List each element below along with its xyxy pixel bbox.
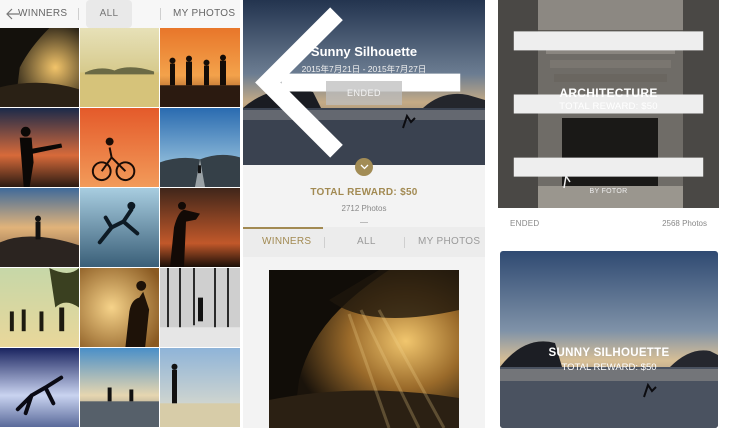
contest-card-architecture[interactable]: ARCHITECTURE TOTAL REWARD: $50 BY FOTOR [498, 0, 719, 208]
tab-winners[interactable]: WINNERS [18, 0, 67, 28]
contest-title: Sunny Silhouette [310, 44, 418, 59]
photo-thumbnail[interactable] [80, 188, 159, 267]
tab-divider [160, 8, 161, 20]
photo-grid [0, 28, 240, 428]
photo-count: 2712 Photos [341, 204, 387, 213]
tab-divider [404, 237, 405, 248]
card-title: SUNNY SILHOUETTE [548, 347, 670, 359]
tab-my-photos[interactable]: MY PHOTOS [173, 0, 235, 28]
tab-all[interactable]: ALL [357, 227, 376, 257]
photo-thumbnail[interactable] [0, 188, 79, 267]
card-reward: TOTAL REWARD: $50 [559, 101, 658, 112]
card-reward: TOTAL REWARD: $50 [561, 362, 657, 373]
gallery-tab-bar: WINNERS ALL MY PHOTOS [0, 0, 240, 28]
photo-thumbnail[interactable] [80, 268, 159, 347]
total-reward: TOTAL REWARD: $50 [310, 187, 418, 198]
photo-thumbnail[interactable] [80, 348, 159, 427]
winning-photo[interactable] [269, 270, 459, 428]
contest-detail-panel: Sunny Silhouette 2015年7月21日 - 2015年7月27日… [243, 0, 485, 428]
card-status: ENDED [510, 219, 540, 228]
tab-winners[interactable]: WINNERS [262, 227, 311, 257]
photo-thumbnail[interactable] [0, 108, 79, 187]
tab-divider [324, 237, 325, 248]
photo-thumbnail[interactable] [160, 108, 240, 187]
contest-dates: 2015年7月21日 - 2015年7月27日 [301, 64, 427, 74]
expand-button[interactable] [355, 158, 373, 176]
ended-status-button[interactable]: ENDED [326, 81, 402, 105]
photo-thumbnail[interactable] [80, 28, 159, 107]
photo-thumbnail[interactable] [0, 28, 79, 107]
card-photo-count: 2568 Photos [662, 219, 707, 228]
tab-all[interactable]: ALL [86, 0, 132, 28]
photo-thumbnail[interactable] [160, 268, 240, 347]
contest-hero: Sunny Silhouette 2015年7月21日 - 2015年7月27日… [243, 0, 485, 165]
photo-thumbnail[interactable] [0, 268, 79, 347]
contest-card-sunny-silhouette[interactable]: SUNNY SILHOUETTE TOTAL REWARD: $50 [500, 251, 718, 428]
contest-tab-bar: WINNERS ALL MY PHOTOS [243, 227, 485, 257]
photo-thumbnail[interactable] [160, 348, 240, 427]
photo-thumbnail[interactable] [80, 108, 159, 187]
chevron-down-icon [360, 164, 368, 170]
tab-divider [78, 8, 79, 20]
tab-my-photos[interactable]: MY PHOTOS [418, 227, 480, 257]
divider [360, 222, 368, 223]
contest-list-panel: ARCHITECTURE TOTAL REWARD: $50 BY FOTOR … [488, 0, 729, 428]
photo-thumbnail[interactable] [0, 348, 79, 427]
gallery-panel: WINNERS ALL MY PHOTOS [0, 0, 240, 428]
card-byline: BY FOTOR [589, 188, 628, 195]
card-title: ARCHITECTURE [559, 86, 658, 100]
photo-thumbnail[interactable] [160, 28, 240, 107]
photo-thumbnail[interactable] [160, 188, 240, 267]
